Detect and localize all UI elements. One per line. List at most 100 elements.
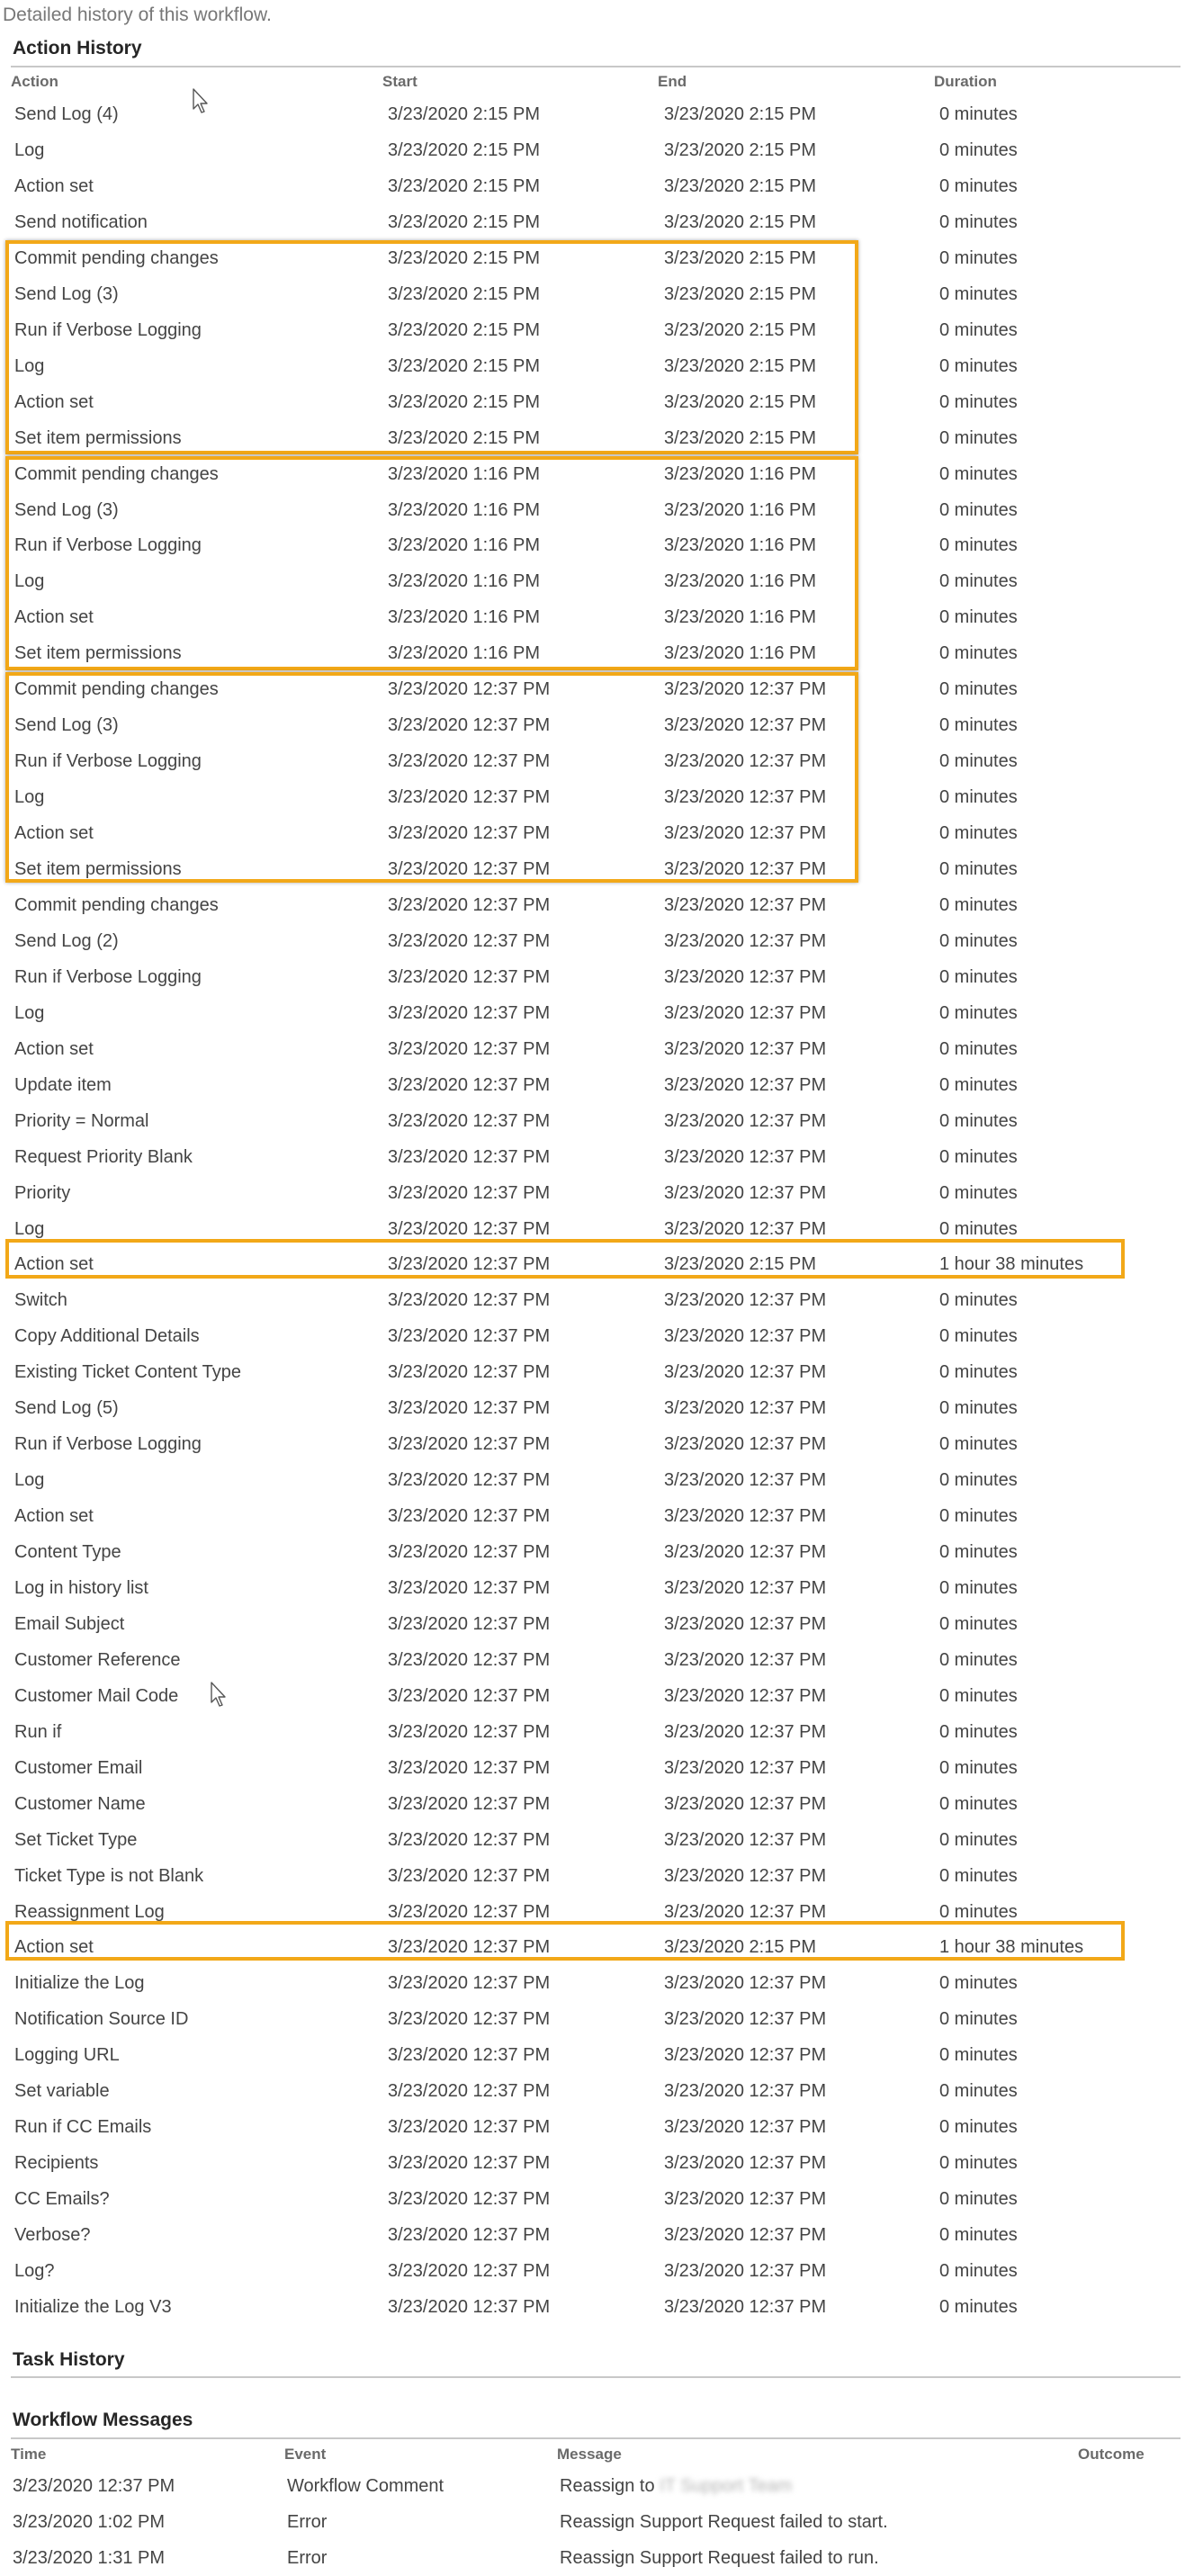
- action-duration: 0 minutes: [939, 283, 1018, 304]
- message-text-content: Reassign to: [560, 2476, 655, 2496]
- action-end: 3/23/2020 12:37 PM: [664, 2153, 827, 2174]
- action-name: Commit pending changes: [14, 247, 219, 268]
- action-name: Send Log (2): [14, 930, 119, 951]
- action-end: 3/23/2020 12:37 PM: [664, 2225, 827, 2246]
- action-start: 3/23/2020 12:37 PM: [388, 1793, 551, 1814]
- action-name: Initialize the Log: [14, 1973, 145, 1994]
- action-name: Customer Mail Code: [14, 1685, 179, 1706]
- action-start: 3/23/2020 2:15 PM: [388, 355, 541, 376]
- action-duration: 0 minutes: [939, 1470, 1018, 1491]
- action-start: 3/23/2020 12:37 PM: [388, 715, 551, 736]
- workflow-messages-title: Workflow Messages: [13, 2410, 193, 2430]
- message-text-content: Reassign Support Request failed to run.: [560, 2548, 879, 2568]
- action-start: 3/23/2020 12:37 PM: [388, 823, 551, 843]
- action-duration: 0 minutes: [939, 1685, 1018, 1706]
- action-duration: 0 minutes: [939, 1901, 1018, 1922]
- action-duration: 0 minutes: [939, 391, 1018, 412]
- action-duration: 0 minutes: [939, 1721, 1018, 1742]
- action-start: 3/23/2020 2:15 PM: [388, 104, 541, 124]
- message-text: Reassign to IT Support Team: [560, 2473, 792, 2500]
- action-start: 3/23/2020 2:15 PM: [388, 391, 541, 412]
- action-start: 3/23/2020 2:15 PM: [388, 247, 541, 268]
- action-duration: 1 hour 38 minutes: [939, 1254, 1084, 1275]
- action-name: Email Subject: [14, 1613, 125, 1634]
- action-end: 3/23/2020 12:37 PM: [664, 1362, 827, 1383]
- message-text-content: Reassign Support Request failed to start…: [560, 2512, 888, 2532]
- action-duration: 0 minutes: [939, 1865, 1018, 1886]
- action-name: Set variable: [14, 2081, 110, 2102]
- action-start: 3/23/2020 1:16 PM: [388, 463, 541, 484]
- action-start: 3/23/2020 2:15 PM: [388, 139, 541, 160]
- message-time: 3/23/2020 1:02 PM: [13, 2512, 166, 2532]
- action-duration: 0 minutes: [939, 104, 1018, 124]
- action-duration: 0 minutes: [939, 1434, 1018, 1455]
- action-end: 3/23/2020 2:15 PM: [664, 139, 817, 160]
- action-duration: 0 minutes: [939, 1110, 1018, 1131]
- action-duration: 0 minutes: [939, 211, 1018, 232]
- column-header-action[interactable]: Action: [11, 72, 58, 92]
- action-duration: 0 minutes: [939, 499, 1018, 520]
- action-name: Action set: [14, 1506, 94, 1527]
- action-end: 3/23/2020 12:37 PM: [664, 1146, 827, 1167]
- action-start: 3/23/2020 12:37 PM: [388, 859, 551, 879]
- action-duration: 0 minutes: [939, 535, 1018, 556]
- message-text: Reassign Support Request failed to start…: [560, 2509, 888, 2536]
- column-header-message[interactable]: Message: [557, 2445, 622, 2464]
- column-header-event[interactable]: Event: [284, 2445, 326, 2464]
- action-end: 3/23/2020 1:16 PM: [664, 643, 817, 664]
- action-end: 3/23/2020 1:16 PM: [664, 607, 817, 628]
- action-duration: 0 minutes: [939, 247, 1018, 268]
- action-name: Action set: [14, 391, 94, 412]
- action-start: 3/23/2020 12:37 PM: [388, 1578, 551, 1598]
- action-start: 3/23/2020 12:37 PM: [388, 1254, 551, 1275]
- action-start: 3/23/2020 12:37 PM: [388, 1973, 551, 1994]
- column-header-end[interactable]: End: [658, 72, 687, 92]
- action-end: 3/23/2020 12:37 PM: [664, 1434, 827, 1455]
- action-name: Set item permissions: [14, 643, 182, 664]
- action-name: Send Log (3): [14, 715, 119, 736]
- action-end: 3/23/2020 12:37 PM: [664, 2189, 827, 2210]
- action-duration: 0 minutes: [939, 787, 1018, 808]
- action-name: Switch: [14, 1290, 67, 1311]
- action-end: 3/23/2020 12:37 PM: [664, 1002, 827, 1023]
- action-end: 3/23/2020 2:15 PM: [664, 355, 817, 376]
- action-start: 3/23/2020 12:37 PM: [388, 966, 551, 987]
- action-end: 3/23/2020 12:37 PM: [664, 787, 827, 808]
- column-header-time[interactable]: Time: [11, 2445, 46, 2464]
- column-header-start[interactable]: Start: [382, 72, 417, 92]
- action-name: Logging URL: [14, 2045, 120, 2066]
- action-name: Run if CC Emails: [14, 2117, 152, 2138]
- column-header-outcome[interactable]: Outcome: [1078, 2445, 1145, 2464]
- action-name: Send Log (5): [14, 1398, 119, 1419]
- action-duration: 0 minutes: [939, 2261, 1018, 2281]
- action-start: 3/23/2020 12:37 PM: [388, 2045, 551, 2066]
- action-name: Run if Verbose Logging: [14, 535, 202, 556]
- action-name: Set Ticket Type: [14, 1829, 138, 1850]
- action-duration: 0 minutes: [939, 1398, 1018, 1419]
- action-end: 3/23/2020 12:37 PM: [664, 1973, 827, 1994]
- action-start: 3/23/2020 12:37 PM: [388, 1542, 551, 1562]
- action-end: 3/23/2020 2:15 PM: [664, 391, 817, 412]
- action-end: 3/23/2020 2:15 PM: [664, 104, 817, 124]
- action-start: 3/23/2020 12:37 PM: [388, 1110, 551, 1131]
- action-duration: 0 minutes: [939, 643, 1018, 664]
- action-duration: 0 minutes: [939, 1290, 1018, 1311]
- action-duration: 0 minutes: [939, 1578, 1018, 1598]
- action-name: Send Log (3): [14, 499, 119, 520]
- action-start: 3/23/2020 12:37 PM: [388, 751, 551, 772]
- action-duration: 0 minutes: [939, 1326, 1018, 1347]
- action-name: Action set: [14, 1254, 94, 1275]
- action-duration: 0 minutes: [939, 1613, 1018, 1634]
- action-end: 3/23/2020 1:16 PM: [664, 463, 817, 484]
- column-header-duration[interactable]: Duration: [934, 72, 997, 92]
- action-duration: 0 minutes: [939, 139, 1018, 160]
- highlight-box: [5, 672, 858, 883]
- action-name: Ticket Type is not Blank: [14, 1865, 204, 1886]
- action-duration: 0 minutes: [939, 1757, 1018, 1778]
- action-end: 3/23/2020 12:37 PM: [664, 1038, 827, 1059]
- action-start: 3/23/2020 12:37 PM: [388, 2009, 551, 2030]
- message-time: 3/23/2020 12:37 PM: [13, 2476, 175, 2496]
- action-start: 3/23/2020 12:37 PM: [388, 2117, 551, 2138]
- action-duration: 0 minutes: [939, 894, 1018, 915]
- action-name: Log: [14, 139, 45, 160]
